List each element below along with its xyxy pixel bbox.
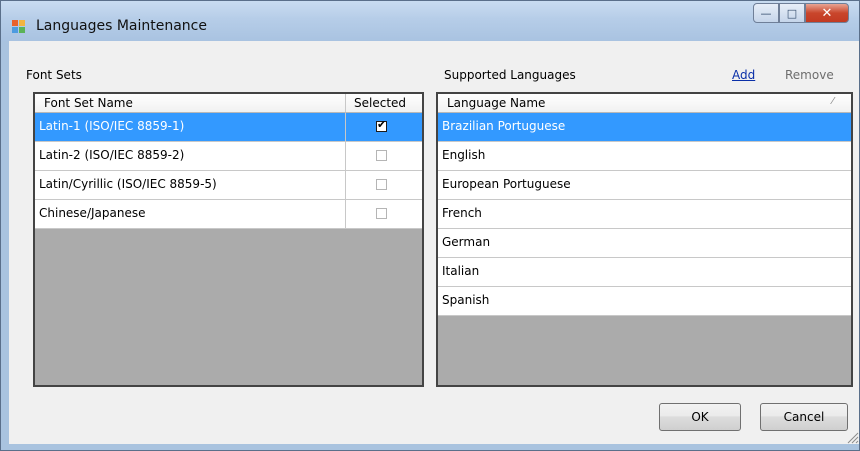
font-set-name: Latin-1 (ISO/IEC 8859-1) bbox=[39, 119, 185, 133]
language-name: French bbox=[442, 206, 482, 220]
minimize-button[interactable]: — bbox=[753, 3, 779, 23]
font-set-selected-checkbox[interactable] bbox=[376, 118, 387, 132]
minimize-icon: — bbox=[760, 6, 772, 20]
maximize-icon: □ bbox=[786, 6, 798, 20]
window-controls: — □ ✕ bbox=[753, 3, 849, 23]
cancel-button[interactable]: Cancel bbox=[760, 403, 848, 431]
languages-grid[interactable]: Language Name ⁄ Brazilian Portuguese Engl… bbox=[436, 92, 853, 387]
font-sets-label: Font Sets bbox=[26, 68, 82, 82]
dialog-body: Font Sets Supported Languages Add Remove… bbox=[9, 41, 859, 444]
column-header-font-set-name[interactable]: Font Set Name bbox=[44, 96, 133, 110]
window-title: Languages Maintenance bbox=[36, 18, 207, 34]
font-set-name: Latin/Cyrillic (ISO/IEC 8859-5) bbox=[39, 177, 217, 191]
column-header-selected[interactable]: Selected bbox=[354, 96, 406, 110]
font-set-selected-checkbox[interactable] bbox=[376, 179, 387, 190]
language-row[interactable]: European Portuguese bbox=[438, 171, 851, 200]
resize-grip-icon[interactable] bbox=[845, 430, 859, 444]
title-bar[interactable]: Languages Maintenance — □ ✕ bbox=[1, 1, 859, 41]
maximize-button[interactable]: □ bbox=[779, 3, 805, 23]
language-name: Italian bbox=[442, 264, 480, 278]
font-sets-grid[interactable]: Font Set Name Selected Latin-1 (ISO/IEC … bbox=[33, 92, 424, 387]
font-set-row[interactable]: Latin/Cyrillic (ISO/IEC 8859-5) bbox=[35, 171, 422, 200]
column-header-language-name[interactable]: Language Name bbox=[447, 96, 545, 110]
languages-maintenance-window: Languages Maintenance — □ ✕ Font Sets Su… bbox=[0, 0, 860, 451]
languages-header: Language Name ⁄ bbox=[438, 94, 851, 113]
language-row[interactable]: English bbox=[438, 142, 851, 171]
language-name: Spanish bbox=[442, 293, 490, 307]
font-sets-header: Font Set Name Selected bbox=[35, 94, 422, 113]
language-name: European Portuguese bbox=[442, 177, 571, 191]
language-row[interactable]: German bbox=[438, 229, 851, 258]
language-name: Brazilian Portuguese bbox=[442, 119, 566, 133]
font-set-row[interactable]: Chinese/Japanese bbox=[35, 200, 422, 229]
languages-rows: Brazilian Portuguese English European Port… bbox=[438, 113, 851, 316]
ok-button[interactable]: OK bbox=[659, 403, 741, 431]
close-button[interactable]: ✕ bbox=[805, 3, 849, 23]
supported-languages-label: Supported Languages bbox=[444, 68, 576, 82]
language-row[interactable]: French bbox=[438, 200, 851, 229]
app-icon bbox=[12, 20, 25, 33]
language-row[interactable]: Italian bbox=[438, 258, 851, 287]
remove-language-link[interactable]: Remove bbox=[785, 68, 834, 82]
language-row[interactable]: Brazilian Portuguese bbox=[438, 113, 851, 142]
add-language-link[interactable]: Add bbox=[732, 68, 755, 82]
font-set-selected-checkbox[interactable] bbox=[376, 208, 387, 219]
language-name: English bbox=[442, 148, 486, 162]
font-set-row[interactable]: Latin-2 (ISO/IEC 8859-2) bbox=[35, 142, 422, 171]
font-set-name: Chinese/Japanese bbox=[39, 206, 146, 220]
font-sets-rows: Latin-1 (ISO/IEC 8859-1) Latin-2 (ISO/IEC… bbox=[35, 113, 422, 229]
close-icon: ✕ bbox=[821, 5, 833, 21]
sort-arrow-icon: ⁄ bbox=[832, 96, 834, 107]
font-set-name: Latin-2 (ISO/IEC 8859-2) bbox=[39, 148, 185, 162]
font-set-selected-checkbox[interactable] bbox=[376, 150, 387, 161]
language-name: German bbox=[442, 235, 491, 249]
language-row[interactable]: Spanish bbox=[438, 287, 851, 316]
font-set-row[interactable]: Latin-1 (ISO/IEC 8859-1) bbox=[35, 113, 422, 142]
